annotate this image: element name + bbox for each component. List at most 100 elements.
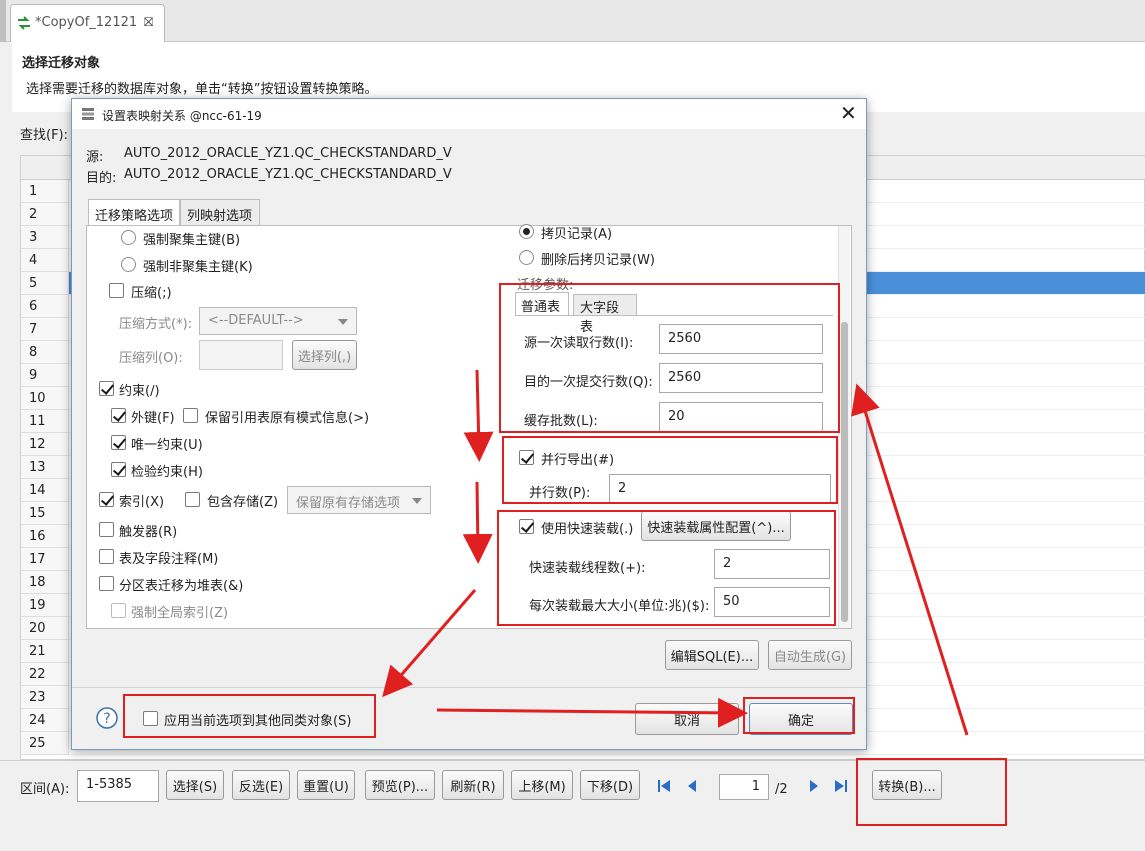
scrollbar-thumb[interactable] [841, 322, 848, 622]
prev-page-icon[interactable] [684, 778, 700, 794]
row-number: 20 [21, 617, 69, 640]
row-number: 13 [21, 456, 69, 479]
comments-checkbox[interactable] [99, 549, 114, 564]
row-number: 6 [21, 295, 69, 318]
check-constraint-checkbox[interactable] [111, 462, 126, 477]
trigger-label: 触发器(R) [119, 525, 178, 540]
auto-generate-button[interactable]: 自动生成(G) [768, 640, 852, 670]
annotation-box-params [499, 283, 840, 433]
force-nonclustered-pk-radio[interactable] [121, 257, 136, 272]
target-label: 目的: [86, 171, 117, 186]
row-number: 7 [21, 318, 69, 341]
annotation-box-ok [743, 697, 855, 734]
foreign-key-checkbox[interactable] [111, 408, 126, 423]
row-number: 12 [21, 433, 69, 456]
storage-option-select[interactable]: 保留原有存储选项 [287, 486, 431, 514]
close-icon[interactable]: ✕ [840, 101, 857, 125]
row-number: 22 [21, 663, 69, 686]
refresh-button[interactable]: 刷新(R) [442, 770, 504, 800]
compress-mode-select[interactable]: <--DEFAULT--> [199, 307, 357, 335]
check-constraint-label: 检验约束(H) [131, 465, 203, 480]
tab-column-mapping[interactable]: 列映射选项 [180, 199, 260, 226]
row-number: 1 [21, 180, 69, 203]
svg-text:?: ? [103, 711, 110, 727]
row-number: 11 [21, 410, 69, 433]
transfer-arrows-icon [18, 16, 30, 30]
compress-cols-label: 压缩列(O): [119, 351, 183, 366]
page-input[interactable]: 1 [719, 774, 769, 800]
delete-then-copy-radio[interactable] [519, 250, 534, 265]
help-icon[interactable]: ? [96, 707, 118, 729]
source-label: 源: [86, 150, 104, 165]
select-cols-button[interactable]: 选择列(,) [292, 340, 357, 370]
partition-heap-checkbox[interactable] [99, 576, 114, 591]
editor-tab-label: *CopyOf_12121 [35, 15, 138, 30]
annotation-box-fastload [497, 510, 836, 626]
next-page-icon[interactable] [806, 778, 822, 794]
row-number: 16 [21, 525, 69, 548]
app-window: *CopyOf_12121 ⛝ 选择迁移对象 选择需要迁移的数据库对象，单击“转… [0, 0, 1145, 851]
include-storage-checkbox[interactable] [185, 492, 200, 507]
target-value: AUTO_2012_ORACLE_YZ1.QC_CHECKSTANDARD_V [124, 167, 452, 182]
copy-records-radio[interactable] [519, 224, 534, 239]
row-number: 4 [21, 249, 69, 272]
annotation-box-apply [123, 694, 376, 738]
compress-mode-label: 压缩方式(*): [119, 317, 193, 332]
keep-ref-schema-checkbox[interactable] [183, 408, 198, 423]
dialog-title: 设置表映射关系 @ncc-61-19 [102, 109, 262, 123]
row-number: 21 [21, 640, 69, 663]
force-global-index-checkbox[interactable] [111, 603, 126, 618]
dialog-divider [72, 687, 866, 688]
row-number: 25 [21, 732, 69, 755]
close-tab-icon[interactable]: ⛝ [144, 15, 153, 30]
foreign-key-label: 外键(F) [131, 411, 175, 426]
annotation-box-convert [856, 758, 1007, 826]
invert-button[interactable]: 反选(E) [232, 770, 290, 800]
row-number: 10 [21, 387, 69, 410]
preview-button[interactable]: 预览(P)... [365, 770, 435, 800]
search-label: 查找(F): [20, 128, 69, 143]
database-icon [82, 108, 94, 120]
first-page-icon[interactable] [656, 778, 672, 794]
force-global-index-label: 强制全局索引(Z) [131, 606, 229, 621]
editor-tab-strip: *CopyOf_12121 ⛝ [0, 0, 1145, 42]
force-clustered-pk-radio[interactable] [121, 230, 136, 245]
compress-checkbox[interactable] [109, 283, 124, 298]
constraint-label: 约束(/) [119, 384, 160, 399]
index-checkbox[interactable] [99, 492, 114, 507]
row-number: 2 [21, 203, 69, 226]
row-number: 24 [21, 709, 69, 732]
last-page-icon[interactable] [833, 778, 849, 794]
edit-sql-button[interactable]: 编辑SQL(E)... [665, 640, 759, 670]
page-total: /2 [775, 782, 788, 797]
compress-cols-input[interactable] [199, 340, 283, 370]
row-number: 3 [21, 226, 69, 249]
row-number: 17 [21, 548, 69, 571]
reset-button[interactable]: 重置(U) [297, 770, 355, 800]
index-label: 索引(X) [119, 495, 165, 510]
constraint-checkbox[interactable] [99, 381, 114, 396]
page-title: 选择迁移对象 [22, 56, 101, 71]
comments-label: 表及字段注释(M) [119, 552, 219, 567]
unique-checkbox[interactable] [111, 435, 126, 450]
source-value: AUTO_2012_ORACLE_YZ1.QC_CHECKSTANDARD_V [124, 146, 452, 161]
cancel-button[interactable]: 取消 [635, 703, 739, 735]
move-up-button[interactable]: 上移(M) [511, 770, 573, 800]
page-description: 选择需要迁移的数据库对象，单击“转换”按钮设置转换策略。 [26, 82, 378, 97]
unique-label: 唯一约束(U) [131, 438, 203, 453]
include-storage-label: 包含存储(Z) [207, 495, 279, 510]
tab-migration-strategy[interactable]: 迁移策略选项 [88, 199, 180, 227]
copy-records-label: 拷贝记录(A) [541, 227, 613, 242]
row-number: 15 [21, 502, 69, 525]
force-nonclustered-pk-label: 强制非聚集主键(K) [143, 260, 253, 275]
select-button[interactable]: 选择(S) [166, 770, 224, 800]
row-number: 23 [21, 686, 69, 709]
annotation-box-parallel [502, 436, 838, 504]
range-input[interactable]: 1-5385 [77, 770, 159, 802]
row-number: 19 [21, 594, 69, 617]
trigger-checkbox[interactable] [99, 522, 114, 537]
force-clustered-pk-label: 强制聚集主键(B) [143, 233, 241, 248]
editor-tab[interactable]: *CopyOf_12121 ⛝ [10, 4, 165, 42]
move-down-button[interactable]: 下移(D) [580, 770, 640, 800]
dialog-titlebar: 设置表映射关系 @ncc-61-19 ✕ [72, 99, 866, 129]
